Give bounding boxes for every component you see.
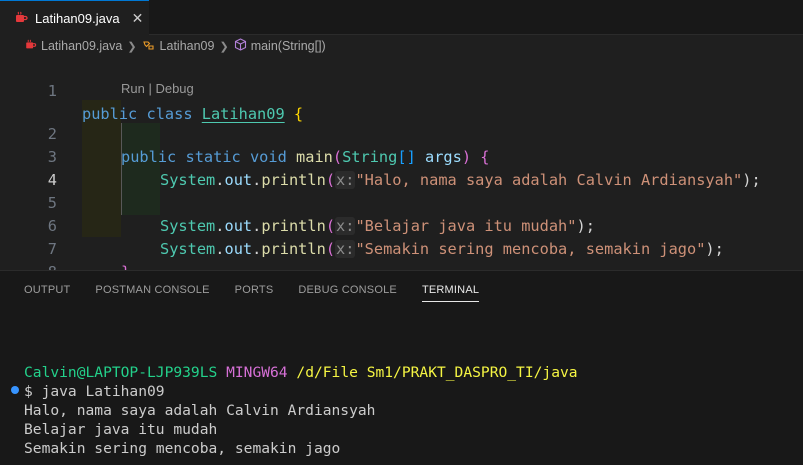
prompt-path: /d/File Sm1/PRAKT_DASPRO_TI/java	[296, 364, 578, 381]
code-line-1: 1 public class Latihan09 {	[0, 57, 803, 123]
tab-label: Latihan09.java	[35, 10, 120, 26]
method-cube-icon	[234, 38, 247, 54]
code-line-7: 7 }	[0, 215, 803, 281]
terminal-output-line: Halo, nama saya adalah Calvin Ardiansyah	[24, 402, 376, 419]
tab-debug-console[interactable]: DEBUG CONSOLE	[298, 271, 397, 309]
chevron-right-icon: ❯	[219, 40, 229, 53]
code-line-8: 8 }	[0, 238, 803, 304]
breadcrumb-class-label: Latihan09	[159, 39, 215, 53]
terminal-command: $ java Latihan09	[24, 383, 165, 400]
tab-output[interactable]: OUTPUT	[24, 271, 70, 309]
code-line-2: 2 public static void main(String[] args)…	[0, 100, 803, 166]
code-line-3: 3 System.out.println(x:"Halo, nama saya …	[0, 123, 803, 189]
breadcrumb-file-label: Latihan09.java	[41, 39, 123, 53]
breadcrumb-method-label: main(String[])	[250, 39, 326, 53]
panel-tabs: OUTPUT POSTMAN CONSOLE PORTS DEBUG CONSO…	[0, 271, 803, 309]
tab-ports[interactable]: PORTS	[235, 271, 274, 309]
editor-tab-bar: Latihan09.java ✕	[0, 0, 803, 35]
tab-postman-console[interactable]: POSTMAN CONSOLE	[95, 271, 209, 309]
code-editor[interactable]: 1 public class Latihan09 { Run | Debug 2…	[0, 57, 803, 304]
class-icon	[142, 39, 156, 54]
prompt-user: Calvin@LAPTOP-LJP939LS	[24, 364, 218, 381]
close-icon[interactable]: ✕	[132, 10, 144, 27]
code-line-4: 4	[0, 146, 803, 189]
codelens-run-debug[interactable]: Run | Debug	[121, 79, 194, 99]
terminal-output-line: Semakin sering mencoba, semakin jago	[24, 440, 341, 457]
chevron-right-icon: ❯	[127, 40, 137, 53]
breadcrumb-file[interactable]: Latihan09.java	[24, 39, 122, 54]
breadcrumb-method[interactable]: main(String[])	[234, 38, 326, 54]
breadcrumb-class[interactable]: Latihan09	[142, 39, 215, 54]
bottom-panel: OUTPUT POSTMAN CONSOLE PORTS DEBUG CONSO…	[0, 270, 803, 465]
command-status-dot[interactable]	[11, 386, 19, 394]
code-line-5: 5 System.out.println(x:"Belajar java itu…	[0, 169, 803, 235]
terminal-output-line: Belajar java itu mudah	[24, 421, 218, 438]
terminal[interactable]: Calvin@LAPTOP-LJP939LS MINGW64 /d/File S…	[0, 309, 803, 465]
java-file-icon	[24, 39, 37, 54]
tab-latihan09-java[interactable]: Latihan09.java ✕	[0, 0, 149, 35]
terminal-prompt-line: Calvin@LAPTOP-LJP939LS MINGW64 /d/File S…	[24, 363, 578, 382]
java-file-icon	[14, 11, 28, 25]
prompt-env: MINGW64	[226, 364, 288, 381]
code-line-6: 6 System.out.println(x:"Semakin sering m…	[0, 192, 803, 258]
tab-terminal[interactable]: TERMINAL	[421, 271, 480, 309]
breadcrumb: Latihan09.java ❯ Latihan09 ❯ main(String…	[0, 35, 803, 57]
